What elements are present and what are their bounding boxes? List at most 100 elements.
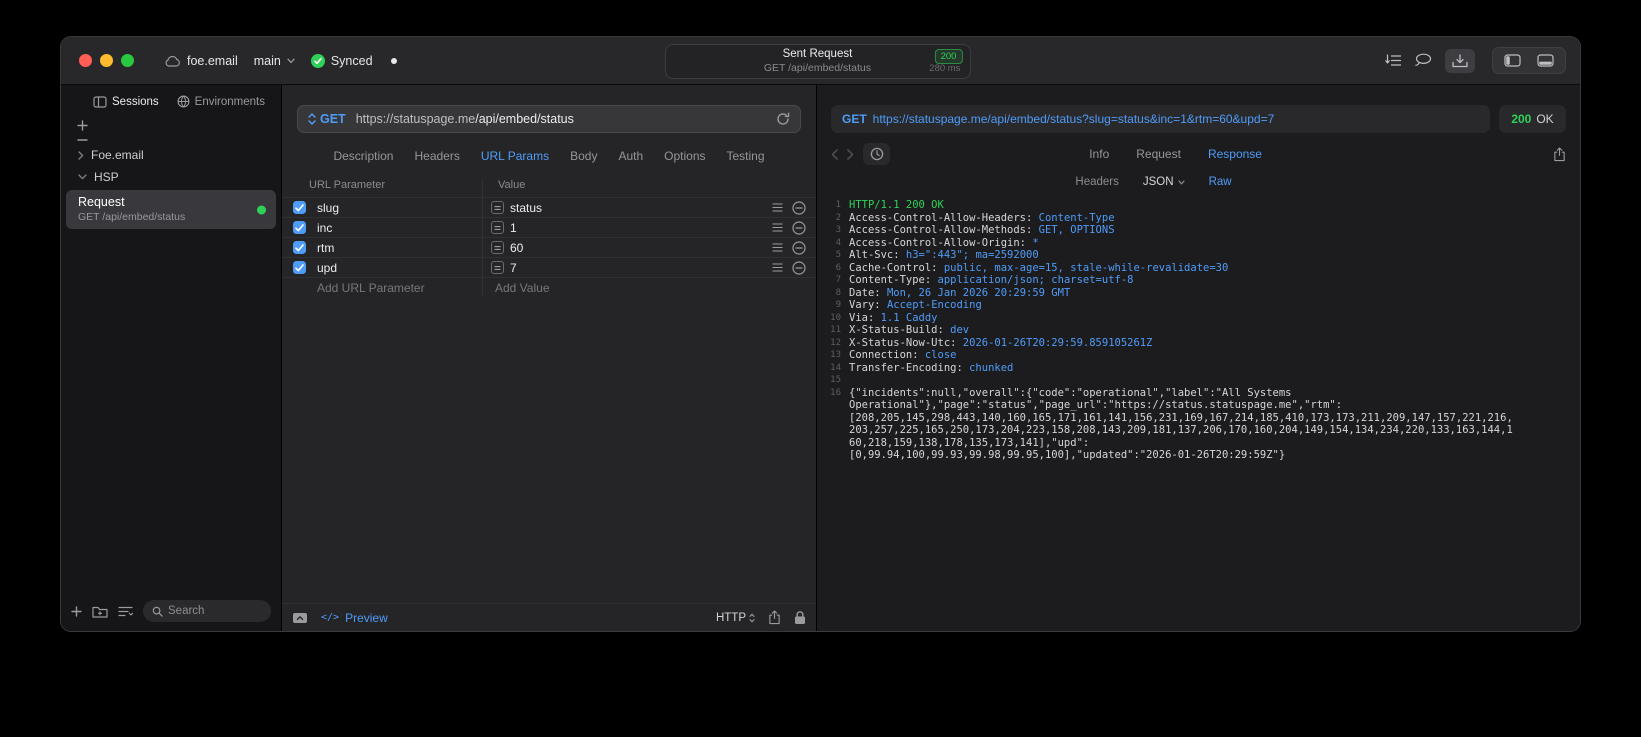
remove-param-icon[interactable] <box>792 240 806 255</box>
preview-button[interactable]: </> Preview <box>321 611 388 625</box>
remove-param-icon[interactable] <box>792 220 806 235</box>
refresh-icon[interactable] <box>776 112 790 126</box>
param-row: rtm 60 <box>282 237 816 257</box>
param-value[interactable]: 7 <box>510 261 517 275</box>
method-selector[interactable]: GET <box>308 112 346 126</box>
add-param-name-placeholder[interactable]: Add URL Parameter <box>317 281 425 295</box>
chevron-right-icon <box>78 150 84 160</box>
column-header-parameter: URL Parameter <box>309 179 386 191</box>
param-value-cell[interactable]: status <box>491 201 542 215</box>
list-arrange-icon[interactable] <box>1385 54 1402 67</box>
text-token-icon <box>491 221 504 234</box>
response-body[interactable]: 1 HTTP/1.1 200 OK 2 Access-Control-Allow-He… <box>817 191 1580 462</box>
response-format-dropdown[interactable]: JSON <box>1143 176 1185 188</box>
param-name[interactable]: upd <box>317 261 337 275</box>
synced-check-icon <box>310 53 325 68</box>
request-status-capsule[interactable]: Sent Request 200 GET /api/embed/status 2… <box>664 44 971 79</box>
param-name[interactable]: rtm <box>317 241 334 255</box>
sidebar-tab-sessions[interactable]: Sessions <box>93 95 159 108</box>
response-tab-response[interactable]: Response <box>1208 147 1262 161</box>
response-subtab-raw[interactable]: Raw <box>1209 176 1232 188</box>
line-number: 7 <box>835 275 841 285</box>
lasso-icon[interactable] <box>1415 53 1432 68</box>
add-request-icon[interactable] <box>71 605 82 617</box>
code-line: 8 Date: Mon, 26 Jan 2026 20:29:59 GMT <box>825 287 1572 300</box>
remove-param-icon[interactable] <box>792 200 806 215</box>
sidebar-tab-environments[interactable]: Environments <box>177 95 265 108</box>
http-label: HTTP <box>715 611 746 624</box>
tree-item-hsp[interactable]: HSP <box>61 166 281 188</box>
request-tab-options[interactable]: Options <box>664 149 705 163</box>
history-button[interactable] <box>863 143 890 165</box>
request-tab-testing[interactable]: Testing <box>727 149 765 163</box>
send-to-tray-icon[interactable] <box>1445 48 1475 73</box>
line-number: 3 <box>835 225 841 235</box>
param-value-cell[interactable]: 7 <box>491 261 517 275</box>
request-tab-auth[interactable]: Auth <box>618 149 643 163</box>
tree-item-foe-email[interactable]: Foe.email <box>61 144 281 166</box>
line-number: 15 <box>830 375 841 385</box>
add-param-value-placeholder[interactable]: Add Value <box>495 281 550 295</box>
param-value[interactable]: 1 <box>510 221 517 235</box>
row-menu-icon[interactable] <box>772 203 783 212</box>
toggle-panel-icon[interactable] <box>292 612 308 624</box>
row-menu-icon[interactable] <box>772 223 783 232</box>
param-value-cell[interactable]: 60 <box>491 241 523 255</box>
response-subtab-headers[interactable]: Headers <box>1075 176 1118 188</box>
response-url-field[interactable]: GET https://statuspage.me/api/embed/stat… <box>831 105 1490 133</box>
remove-param-icon[interactable] <box>792 260 806 275</box>
list-options-icon[interactable] <box>118 606 133 617</box>
zoom-button[interactable] <box>121 54 134 67</box>
sync-status[interactable]: Synced <box>310 53 373 68</box>
sidebar-toggle-icon[interactable] <box>1504 54 1521 67</box>
request-tab-url-params[interactable]: URL Params <box>481 149 549 163</box>
param-value[interactable]: status <box>510 201 542 215</box>
response-format-tabs: Headers JSON Raw <box>772 173 1535 191</box>
search-placeholder: Search <box>168 605 205 617</box>
forward-icon[interactable] <box>847 148 854 160</box>
request-tab-body[interactable]: Body <box>570 149 597 163</box>
project-switcher[interactable]: foe.email <box>164 54 238 68</box>
code-line: 13 Connection: close <box>825 349 1572 362</box>
chevron-down-icon <box>1177 179 1185 185</box>
subtab-label: Headers <box>1075 176 1119 188</box>
http-version-selector[interactable]: HTTP <box>716 612 755 624</box>
response-tab-request[interactable]: Request <box>1136 147 1181 161</box>
request-list-item[interactable]: Request GET /api/embed/status <box>66 190 276 229</box>
request-tab-description[interactable]: Description <box>333 149 393 163</box>
code-line: 60,218,159,138,178,135,173,141],"upd": <box>825 437 1572 450</box>
branch-switcher[interactable]: main <box>254 54 295 68</box>
collapse-icon[interactable] <box>74 138 91 142</box>
param-checkbox[interactable] <box>293 241 306 254</box>
export-response-icon[interactable] <box>1553 146 1566 162</box>
new-folder-icon[interactable] <box>92 605 108 618</box>
param-checkbox[interactable] <box>293 221 306 234</box>
minimize-button[interactable] <box>100 54 113 67</box>
param-checkbox[interactable] <box>293 261 306 274</box>
chevron-down-icon <box>78 174 87 180</box>
close-button[interactable] <box>79 54 92 67</box>
share-icon[interactable] <box>768 610 781 625</box>
search-input[interactable]: Search <box>143 600 271 622</box>
request-item-subtitle: GET /api/embed/status <box>78 211 186 223</box>
param-value[interactable]: 60 <box>510 241 523 255</box>
param-name[interactable]: slug <box>317 201 339 215</box>
bottom-panel-toggle-icon[interactable] <box>1537 54 1554 67</box>
back-icon[interactable] <box>831 148 838 160</box>
row-menu-icon[interactable] <box>772 243 783 252</box>
param-name[interactable]: inc <box>317 221 332 235</box>
code-line: Operational"},"page":"status","page_url"… <box>825 399 1572 412</box>
line-number: 2 <box>835 212 841 223</box>
code-line: 9 Vary: Accept-Encoding <box>825 299 1572 312</box>
lock-icon[interactable] <box>794 610 806 625</box>
url-input[interactable]: https://statuspage.me/api/embed/status <box>356 112 776 126</box>
request-url-bar[interactable]: GET https://statuspage.me/api/embed/stat… <box>297 105 801 133</box>
subtab-label: Raw <box>1208 176 1232 188</box>
param-value-cell[interactable]: 1 <box>491 221 517 235</box>
capsule-subtitle: GET /api/embed/status <box>763 62 872 74</box>
row-menu-icon[interactable] <box>772 263 783 272</box>
request-tab-headers[interactable]: Headers <box>414 149 459 163</box>
response-tab-info[interactable]: Info <box>1089 147 1109 161</box>
add-item-icon[interactable] <box>74 120 91 131</box>
param-checkbox[interactable] <box>293 201 306 214</box>
